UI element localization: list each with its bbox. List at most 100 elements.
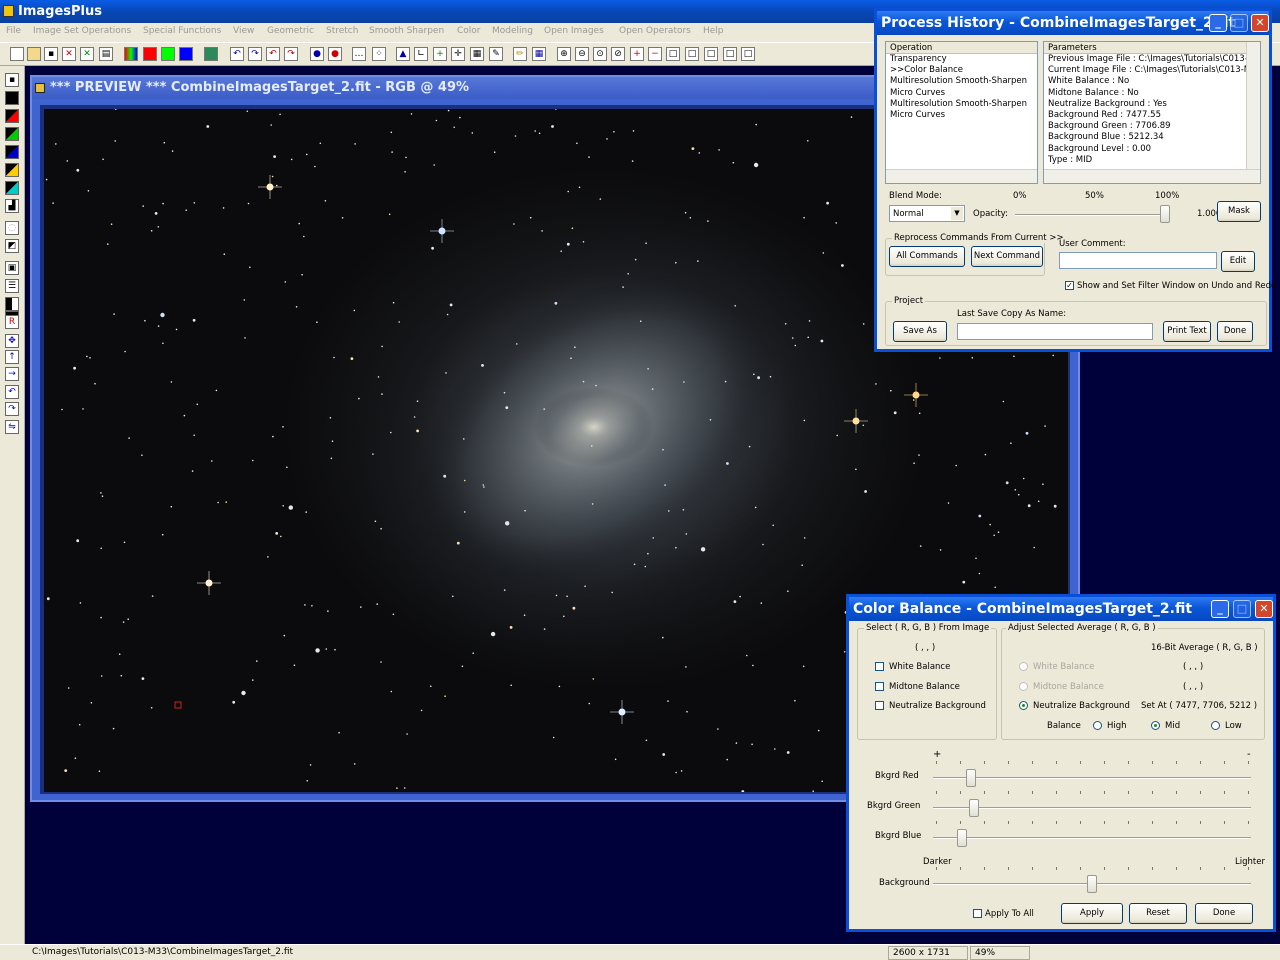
neutralize-background-radio[interactable] bbox=[1019, 701, 1028, 710]
redo-icon[interactable]: ↷ bbox=[248, 47, 262, 61]
bkgrd-red-slider[interactable] bbox=[933, 777, 1251, 779]
close-icon[interactable]: ✕ bbox=[1251, 14, 1269, 32]
open-folder-icon[interactable] bbox=[27, 47, 41, 61]
midtone-balance-radio[interactable] bbox=[1019, 682, 1028, 691]
list-item[interactable]: Transparency bbox=[886, 54, 1037, 65]
lasso-tool-icon[interactable]: ◌ bbox=[5, 221, 19, 235]
minimize-icon[interactable]: _ bbox=[1211, 600, 1229, 618]
list-item[interactable]: Micro Curves bbox=[886, 88, 1037, 99]
crop-tool-icon[interactable]: R bbox=[5, 315, 19, 329]
list-item[interactable]: Multiresolution Smooth-Sharpen bbox=[886, 76, 1037, 87]
flip-icon[interactable]: ⇋ bbox=[5, 420, 19, 434]
yellow-tool-icon[interactable] bbox=[5, 163, 19, 177]
red-channel-icon[interactable] bbox=[143, 47, 157, 61]
menu-open-images[interactable]: Open Images bbox=[544, 26, 604, 36]
redo-all-icon[interactable]: ↷ bbox=[284, 47, 298, 61]
window-1-icon[interactable]: □ bbox=[666, 47, 680, 61]
pencil-icon[interactable]: ✏ bbox=[513, 47, 527, 61]
green-tool-icon[interactable] bbox=[5, 127, 19, 141]
zoom-icon[interactable]: ⊕ bbox=[557, 47, 571, 61]
window-2-icon[interactable]: □ bbox=[685, 47, 699, 61]
list-item[interactable]: Micro Curves bbox=[886, 110, 1037, 121]
white-balance-checkbox[interactable] bbox=[875, 662, 884, 671]
mask-tool-icon[interactable]: ▟ bbox=[5, 199, 19, 213]
mask-button[interactable]: Mask bbox=[1217, 201, 1261, 222]
high-radio[interactable] bbox=[1093, 721, 1102, 730]
low-radio[interactable] bbox=[1211, 721, 1220, 730]
black-tool-icon[interactable] bbox=[5, 91, 19, 105]
sample-icon[interactable]: ⁘ bbox=[372, 47, 386, 61]
menu-special-functions[interactable]: Special Functions bbox=[143, 26, 221, 36]
color-balance-title-bar[interactable]: Color Balance - CombineImagesTarget_2.fi… bbox=[849, 597, 1273, 621]
menu-geometric[interactable]: Geometric bbox=[267, 26, 314, 36]
show-filter-checkbox[interactable]: ✓ bbox=[1065, 281, 1074, 290]
bkgrd-blue-slider[interactable] bbox=[933, 837, 1251, 839]
dots-icon[interactable]: … bbox=[352, 47, 366, 61]
list-item[interactable]: Multiresolution Smooth-Sharpen bbox=[886, 99, 1037, 110]
close-icon[interactable]: ✕ bbox=[62, 47, 76, 61]
menu-open-operators[interactable]: Open Operators bbox=[619, 26, 691, 36]
right-arrow-icon[interactable]: → bbox=[5, 367, 19, 381]
apply-to-all-checkbox[interactable] bbox=[973, 909, 982, 918]
background-thumb[interactable] bbox=[1087, 875, 1097, 893]
undo-icon[interactable]: ↶ bbox=[230, 47, 244, 61]
chevron-down-icon[interactable]: ▼ bbox=[951, 207, 963, 220]
save-tool-icon[interactable]: ▪ bbox=[5, 73, 19, 87]
print-icon[interactable]: ▤ bbox=[99, 47, 113, 61]
menu-smooth-sharpen[interactable]: Smooth Sharpen bbox=[369, 26, 444, 36]
zoom-fit-icon[interactable]: ⊙ bbox=[593, 47, 607, 61]
crosshair-icon[interactable]: ✛ bbox=[451, 47, 465, 61]
maximize-icon[interactable]: □ bbox=[1233, 600, 1251, 618]
operation-hscroll[interactable] bbox=[886, 169, 1037, 183]
print-text-button[interactable]: Print Text bbox=[1163, 321, 1211, 342]
minus-box-icon[interactable]: − bbox=[648, 47, 662, 61]
red-tool-icon[interactable] bbox=[5, 109, 19, 123]
corner-icon[interactable]: ∟ bbox=[414, 47, 428, 61]
white-balance-radio[interactable] bbox=[1019, 662, 1028, 671]
rgb-icon[interactable] bbox=[124, 47, 138, 61]
parameters-hscroll[interactable] bbox=[1044, 169, 1260, 183]
save-as-button[interactable]: Save As bbox=[893, 321, 947, 342]
last-save-field[interactable] bbox=[957, 323, 1153, 340]
close-all-icon[interactable]: ✕ bbox=[80, 47, 94, 61]
save-icon[interactable]: ▪ bbox=[44, 47, 58, 61]
plus-box-icon[interactable]: + bbox=[630, 47, 644, 61]
zoom-out-icon[interactable]: ⊖ bbox=[575, 47, 589, 61]
blue-channel-icon[interactable] bbox=[179, 47, 193, 61]
mark-red-icon[interactable]: ● bbox=[328, 47, 342, 61]
green-channel-icon[interactable] bbox=[161, 47, 175, 61]
parameters-vscroll[interactable] bbox=[1246, 42, 1260, 169]
parameters-list[interactable]: Parameters Previous Image File : C:\Imag… bbox=[1043, 41, 1261, 184]
edit-button[interactable]: Edit bbox=[1221, 251, 1255, 272]
cyan-tool-icon[interactable] bbox=[5, 181, 19, 195]
menu-image-set-operations[interactable]: Image Set Operations bbox=[33, 26, 131, 36]
bkgrd-red-thumb[interactable] bbox=[966, 769, 977, 787]
neutralize-background-checkbox[interactable] bbox=[875, 701, 884, 710]
rotate-right-icon[interactable]: ↷ bbox=[5, 402, 19, 416]
done-button[interactable]: Done bbox=[1195, 903, 1253, 924]
midtone-balance-checkbox[interactable] bbox=[875, 682, 884, 691]
select-tool-icon[interactable]: ▣ bbox=[5, 261, 19, 275]
blue-tool-icon[interactable] bbox=[5, 145, 19, 159]
table-icon[interactable]: ▦ bbox=[532, 47, 546, 61]
maximize-icon[interactable]: □ bbox=[1230, 14, 1248, 32]
luminance-icon[interactable] bbox=[204, 47, 218, 61]
next-command-button[interactable]: Next Command bbox=[971, 246, 1043, 267]
list-item[interactable]: >>Color Balance bbox=[886, 65, 1037, 76]
menu-help[interactable]: Help bbox=[703, 26, 724, 36]
window-5-icon[interactable]: □ bbox=[741, 47, 755, 61]
operation-list[interactable]: Operation Transparency >>Color Balance M… bbox=[885, 41, 1038, 184]
zoom-reset-icon[interactable]: ⊘ bbox=[611, 47, 625, 61]
reset-button[interactable]: Reset bbox=[1129, 903, 1187, 924]
undo-all-icon[interactable]: ↶ bbox=[266, 47, 280, 61]
menu-file[interactable]: File bbox=[6, 26, 21, 36]
blend-mode-select[interactable]: Normal ▼ bbox=[889, 205, 965, 222]
menu-color[interactable]: Color bbox=[457, 26, 481, 36]
user-comment-field[interactable] bbox=[1059, 252, 1217, 269]
grid-icon[interactable]: ▦ bbox=[470, 47, 484, 61]
opacity-slider[interactable] bbox=[1015, 214, 1165, 216]
minimize-icon[interactable]: _ bbox=[1209, 14, 1227, 32]
apply-button[interactable]: Apply bbox=[1061, 903, 1123, 924]
plus-icon[interactable]: + bbox=[433, 47, 447, 61]
bkgrd-green-slider[interactable] bbox=[933, 807, 1251, 809]
